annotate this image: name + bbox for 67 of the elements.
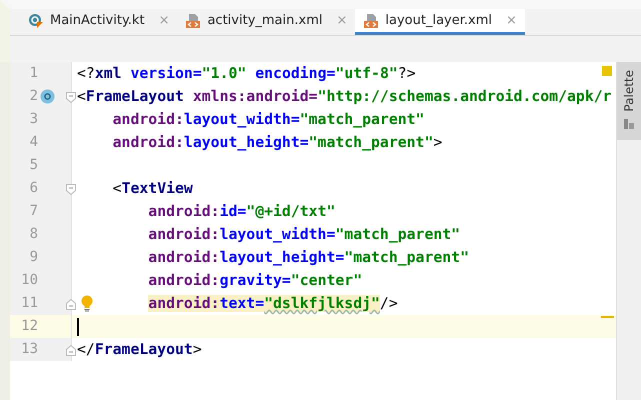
code-token: android: xyxy=(148,226,220,243)
code-token: FrameLayout xyxy=(94,341,193,358)
fold-icon[interactable] xyxy=(66,345,76,356)
line-number: 4 xyxy=(28,134,38,150)
code-token: ?> xyxy=(398,65,416,82)
code-token: <? xyxy=(77,65,95,82)
editor-tab[interactable]: MainActivity.kt × xyxy=(20,9,178,35)
code-token: "http://schemas.android.com/apk/r xyxy=(318,88,612,105)
editor-tab[interactable]: layout_layer.xml × xyxy=(355,9,525,35)
code-token: version= xyxy=(130,65,202,82)
code-token: /> xyxy=(380,295,398,312)
code-token: > xyxy=(192,341,202,358)
line-number: 13 xyxy=(20,341,38,357)
code-token: android: xyxy=(112,111,184,128)
lightbulb-icon[interactable] xyxy=(81,295,93,312)
code-token: "match_parent" xyxy=(344,249,469,266)
code-token: "dslkfjlksdj" xyxy=(264,295,380,312)
editor-tab[interactable]: activity_main.xml × xyxy=(177,9,356,35)
code-token: layout_height= xyxy=(220,249,344,266)
fold-icon[interactable] xyxy=(66,184,76,195)
code-token: < xyxy=(112,180,122,197)
palette-tab[interactable]: Palette xyxy=(617,62,641,140)
code-token: xmlns:android= xyxy=(192,88,318,105)
code-token: encoding= xyxy=(255,65,336,82)
code-token: android: xyxy=(148,295,220,312)
line-number: 6 xyxy=(28,180,38,196)
code-token: TextView xyxy=(122,180,193,197)
line-number: 9 xyxy=(28,249,38,265)
code-token: "center" xyxy=(290,272,362,289)
code-token: FrameLayout xyxy=(86,88,184,105)
code-token: xml xyxy=(94,65,122,82)
code-token: layout_height= xyxy=(184,134,309,151)
line-number: 5 xyxy=(28,157,38,173)
line-number: 8 xyxy=(28,226,38,242)
fold-icon[interactable] xyxy=(66,299,76,310)
line-number: 12 xyxy=(20,318,38,334)
code-token: text= xyxy=(220,295,264,312)
code-token: android: xyxy=(112,134,184,151)
line-number: 2 xyxy=(28,88,38,104)
code-token: < xyxy=(77,88,86,105)
text-cursor xyxy=(77,318,79,336)
code-token: </ xyxy=(77,341,95,358)
code-token: android: xyxy=(148,203,220,220)
code-token: "utf-8" xyxy=(335,65,398,82)
code-token: "match_parent" xyxy=(300,111,424,128)
line-number: 10 xyxy=(20,272,38,288)
class-icon[interactable] xyxy=(40,89,55,104)
code-token: android: xyxy=(148,272,220,289)
fold-icon[interactable] xyxy=(66,92,76,103)
line-number: 1 xyxy=(28,65,38,81)
line-number: 7 xyxy=(28,203,38,219)
code-token: "match_parent" xyxy=(308,134,434,151)
code-token: "match_parent" xyxy=(335,226,460,243)
code-token: "1.0" xyxy=(202,65,246,82)
line-number: 11 xyxy=(20,295,38,311)
code-token: layout_width= xyxy=(184,111,300,128)
code-token: android: xyxy=(148,249,220,266)
code-token: > xyxy=(433,134,442,151)
palette-icon xyxy=(623,118,635,130)
code-token: gravity= xyxy=(220,272,291,289)
kotlin-class-icon xyxy=(28,12,44,28)
code-token: layout_width= xyxy=(220,226,336,243)
line-number: 3 xyxy=(28,111,38,127)
code-token: "@+id/txt" xyxy=(246,203,336,220)
xml-file-icon xyxy=(185,12,202,28)
code-token: id= xyxy=(220,203,246,220)
xml-file-icon xyxy=(363,12,380,28)
